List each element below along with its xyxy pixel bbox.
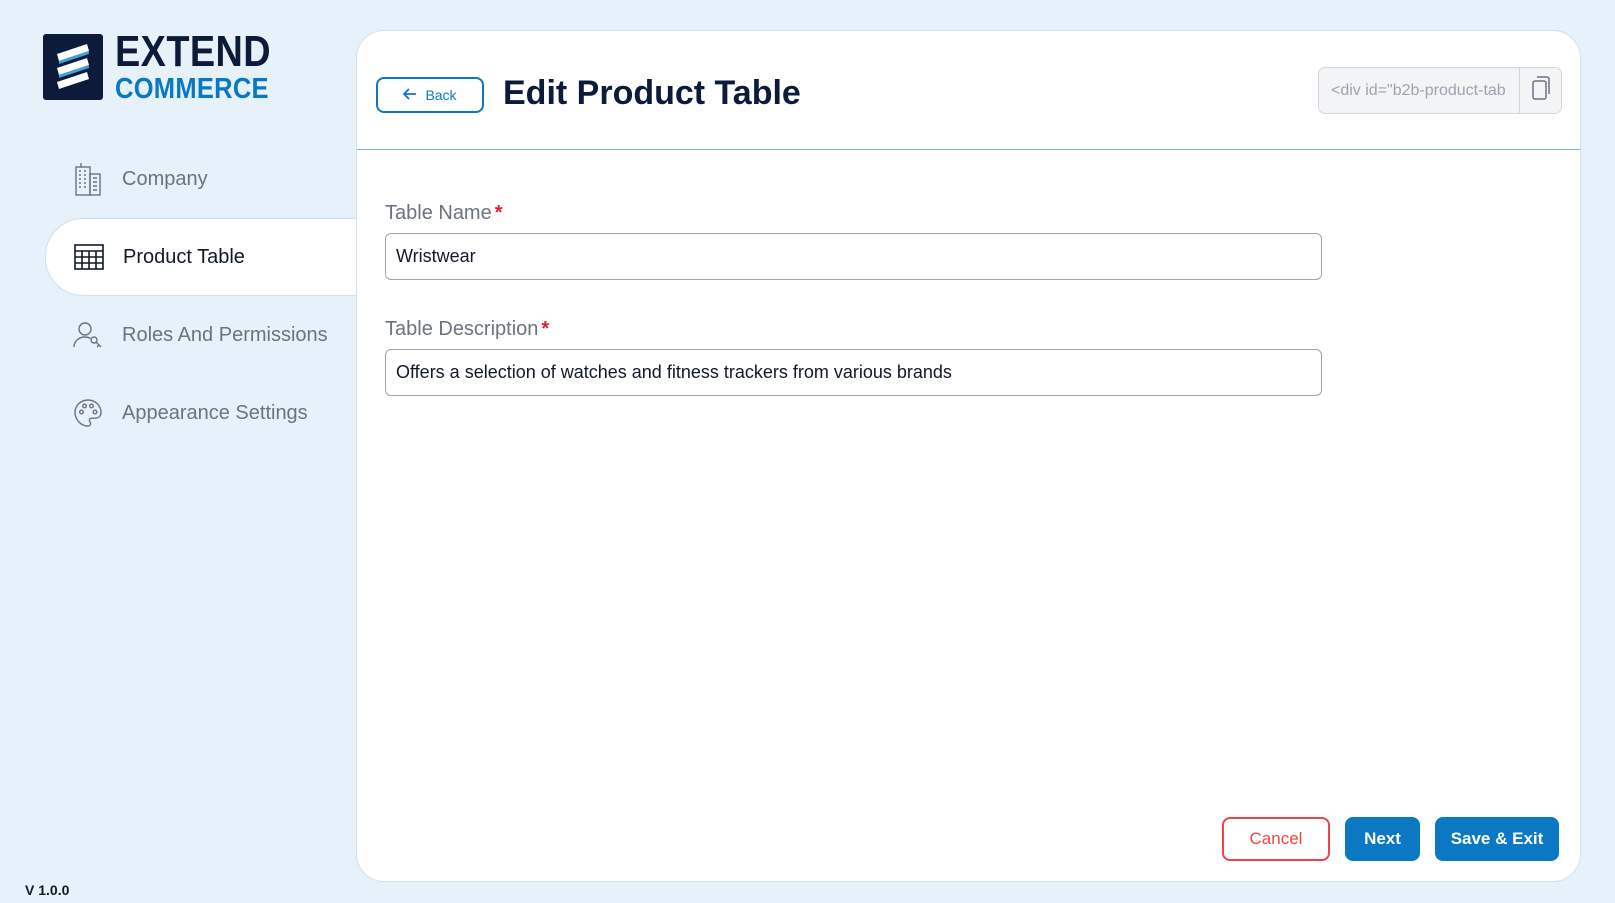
back-button[interactable]: Back xyxy=(376,77,484,113)
sidebar-item-appearance-settings[interactable]: Appearance Settings xyxy=(45,374,357,452)
sidebar-nav: Company Product Table Roles And Permissi… xyxy=(45,140,357,452)
table-name-label-text: Table Name xyxy=(385,202,492,224)
user-key-icon xyxy=(72,319,104,351)
table-name-input[interactable] xyxy=(385,233,1322,280)
next-button[interactable]: Next xyxy=(1345,817,1420,861)
table-grid-icon xyxy=(73,241,105,273)
arrow-left-icon xyxy=(403,87,417,103)
sidebar-item-label: Roles And Permissions xyxy=(122,323,328,346)
sidebar-item-label: Product Table xyxy=(123,245,245,268)
embed-code-input[interactable] xyxy=(1319,68,1519,113)
page-header: Back Edit Product Table xyxy=(357,31,1580,150)
copy-icon xyxy=(1531,76,1551,105)
embed-code-field xyxy=(1318,67,1562,114)
brand-name-bottom: COMMERCE xyxy=(115,73,269,105)
brand-name-top: EXTEND xyxy=(115,27,272,76)
required-mark: * xyxy=(541,318,550,340)
palette-icon xyxy=(72,397,104,429)
copy-button[interactable] xyxy=(1519,68,1561,113)
cancel-button[interactable]: Cancel xyxy=(1222,817,1330,861)
sidebar-item-label: Appearance Settings xyxy=(122,401,308,424)
page-title: Edit Product Table xyxy=(503,74,801,112)
table-name-label: Table Name * xyxy=(385,202,503,225)
table-description-label-text: Table Description xyxy=(385,318,539,340)
extend-commerce-logo-icon xyxy=(43,34,103,100)
save-exit-button[interactable]: Save & Exit xyxy=(1435,817,1559,861)
app-version: V 1.0.0 xyxy=(25,882,70,898)
sidebar-item-roles-permissions[interactable]: Roles And Permissions xyxy=(45,296,357,374)
back-button-label: Back xyxy=(425,87,457,103)
sidebar-item-label: Company xyxy=(122,167,208,190)
main-card: Back Edit Product Table Table Name* Tabl… xyxy=(356,30,1581,882)
required-mark: * xyxy=(494,202,503,224)
building-icon xyxy=(72,163,104,196)
table-description-label: Table Description * xyxy=(385,318,549,341)
brand-logo: EXTEND COMMERCE xyxy=(43,30,296,104)
table-description-input[interactable] xyxy=(385,349,1322,396)
sidebar-item-product-table[interactable]: Product Table xyxy=(45,218,357,296)
sidebar-item-company[interactable]: Company xyxy=(45,140,357,218)
